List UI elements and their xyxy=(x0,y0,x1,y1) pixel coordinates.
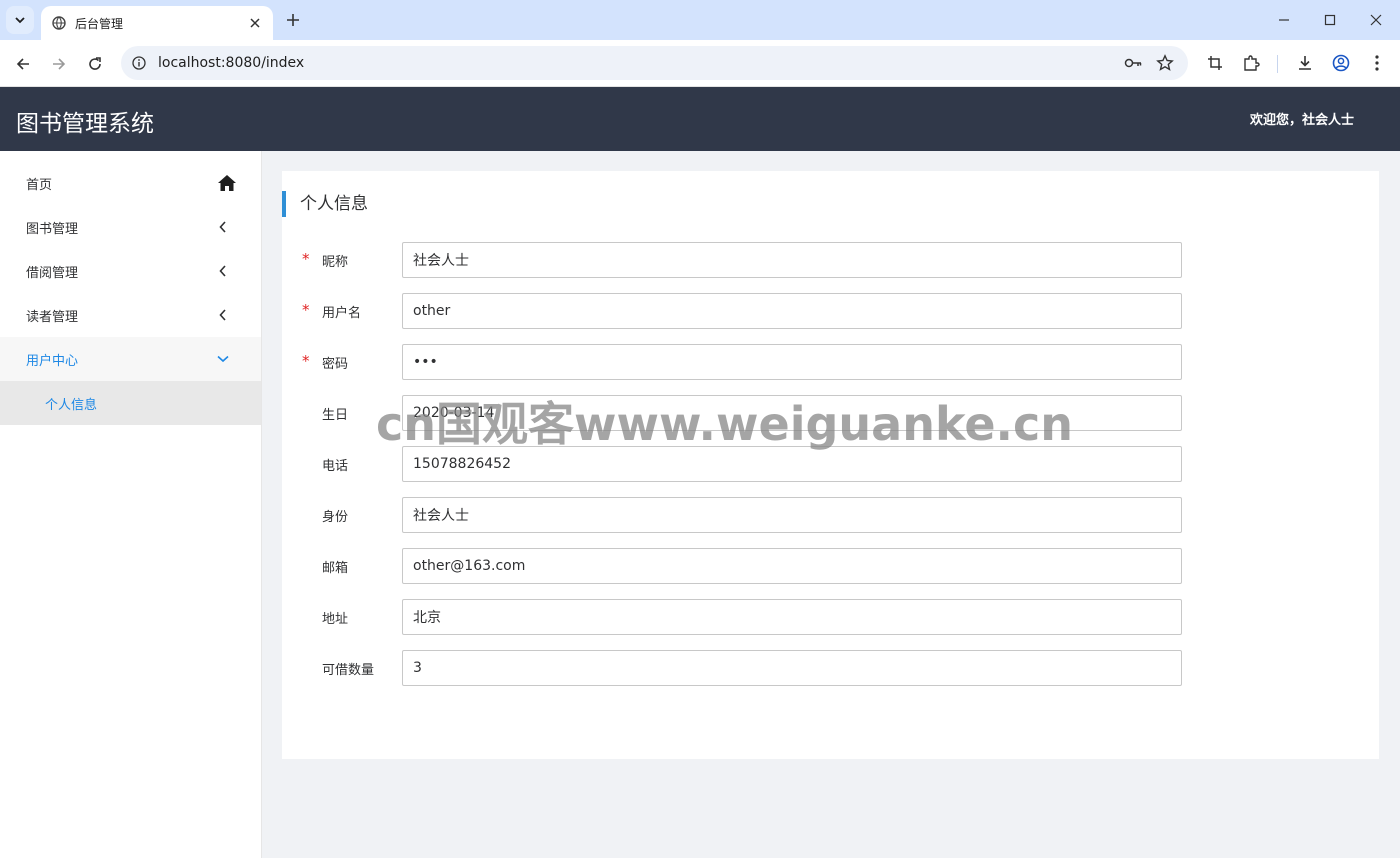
app-title: 图书管理系统 xyxy=(16,111,154,137)
form-row-phone: 电话 xyxy=(302,446,1182,482)
role-input[interactable] xyxy=(402,497,1182,533)
birthday-input[interactable] xyxy=(402,395,1182,431)
browser-tab[interactable]: 后台管理 xyxy=(41,6,273,40)
extensions-icon[interactable] xyxy=(1240,52,1262,74)
sidebar-item-home[interactable]: 首页 xyxy=(0,161,261,205)
download-icon[interactable] xyxy=(1294,52,1316,74)
window-close-button[interactable] xyxy=(1364,8,1388,32)
tab-search-button[interactable] xyxy=(6,6,34,34)
close-icon[interactable] xyxy=(247,15,263,31)
info-icon[interactable] xyxy=(130,54,148,72)
email-input[interactable] xyxy=(402,548,1182,584)
crop-icon[interactable] xyxy=(1204,52,1226,74)
required-mark: * xyxy=(302,250,310,268)
minimize-button[interactable] xyxy=(1272,8,1296,32)
field-label: 邮箱 xyxy=(322,561,349,576)
profile-icon[interactable] xyxy=(1330,52,1352,74)
field-label: 昵称 xyxy=(322,255,349,270)
sidebar: 首页 图书管理 借阅管理 读者管理 用户中心 个人信息 xyxy=(0,151,262,858)
form-row-birthday: 生日 xyxy=(302,395,1182,431)
field-label: 密码 xyxy=(322,357,349,372)
borrow-limit-input[interactable] xyxy=(402,650,1182,686)
sidebar-item-books[interactable]: 图书管理 xyxy=(0,205,261,249)
username-input[interactable] xyxy=(402,293,1182,329)
url-text[interactable]: localhost:8080/index xyxy=(158,55,1188,71)
field-label: 可借数量 xyxy=(322,663,375,678)
chevron-left-icon xyxy=(215,307,231,323)
address-bar[interactable]: localhost:8080/index xyxy=(121,46,1188,80)
key-icon[interactable] xyxy=(1124,54,1142,72)
reload-icon xyxy=(89,57,101,70)
browser-toolbar: localhost:8080/index xyxy=(0,40,1400,87)
field-label: 身份 xyxy=(322,510,349,525)
maximize-icon xyxy=(1324,14,1336,26)
new-tab-button[interactable] xyxy=(282,9,304,31)
form-row-password: * 密码 xyxy=(302,344,1182,380)
sidebar-item-borrow[interactable]: 借阅管理 xyxy=(0,249,261,293)
form-row-address: 地址 xyxy=(302,599,1182,635)
form-row-username: * 用户名 xyxy=(302,293,1182,329)
field-label: 电话 xyxy=(322,459,349,474)
field-label: 用户名 xyxy=(322,306,362,321)
sidebar-item-user-center[interactable]: 用户中心 xyxy=(0,337,261,381)
minimize-icon xyxy=(1279,19,1289,21)
required-mark: * xyxy=(302,301,310,319)
welcome-text[interactable]: 欢迎您，社会人士 xyxy=(1250,109,1354,128)
form-row-borrow-limit: 可借数量 xyxy=(302,650,1182,686)
required-mark: * xyxy=(302,352,310,370)
more-menu-icon[interactable] xyxy=(1366,52,1388,74)
chevron-left-icon xyxy=(215,219,231,235)
sidebar-subitem-profile[interactable]: 个人信息 xyxy=(0,381,261,425)
sidebar-item-label: 读者管理 xyxy=(26,309,79,325)
sidebar-item-label: 图书管理 xyxy=(26,221,79,237)
arrow-left-icon xyxy=(16,58,29,70)
form-row-email: 邮箱 xyxy=(302,548,1182,584)
toolbar-separator xyxy=(1277,55,1278,73)
arrow-right-icon xyxy=(53,58,66,70)
back-button[interactable] xyxy=(11,52,35,76)
field-label: 生日 xyxy=(322,408,349,423)
tab-title: 后台管理 xyxy=(75,16,124,31)
sidebar-subitem-label: 个人信息 xyxy=(45,397,98,413)
form-row-nickname: * 昵称 xyxy=(302,242,1182,278)
star-icon[interactable] xyxy=(1156,54,1174,72)
home-icon xyxy=(217,173,237,193)
browser-tab-strip: 后台管理 xyxy=(0,0,1400,40)
sidebar-item-label: 借阅管理 xyxy=(26,265,79,281)
globe-icon xyxy=(51,15,67,31)
reload-button[interactable] xyxy=(83,52,107,76)
forward-button[interactable] xyxy=(47,52,71,76)
chevron-down-icon xyxy=(15,17,25,24)
phone-input[interactable] xyxy=(402,446,1182,482)
sidebar-item-label: 首页 xyxy=(26,177,53,193)
form-row-role: 身份 xyxy=(302,497,1182,533)
sidebar-item-label: 用户中心 xyxy=(26,353,79,369)
plus-icon xyxy=(287,14,299,26)
sidebar-item-readers[interactable]: 读者管理 xyxy=(0,293,261,337)
app-header: 图书管理系统 欢迎您，社会人士 xyxy=(0,87,1400,151)
chevron-left-icon xyxy=(215,263,231,279)
address-input[interactable] xyxy=(402,599,1182,635)
password-input[interactable] xyxy=(402,344,1182,380)
field-label: 地址 xyxy=(322,612,349,627)
profile-card: 个人信息 * 昵称 * 用户名 * 密码 生日 电话 身份 邮箱 xyxy=(282,171,1379,759)
chevron-down-icon xyxy=(215,351,231,367)
close-icon xyxy=(1370,14,1382,26)
nickname-input[interactable] xyxy=(402,242,1182,278)
maximize-button[interactable] xyxy=(1318,8,1342,32)
main-content: 个人信息 * 昵称 * 用户名 * 密码 生日 电话 身份 邮箱 xyxy=(262,151,1400,858)
card-title: 个人信息 xyxy=(282,191,368,217)
